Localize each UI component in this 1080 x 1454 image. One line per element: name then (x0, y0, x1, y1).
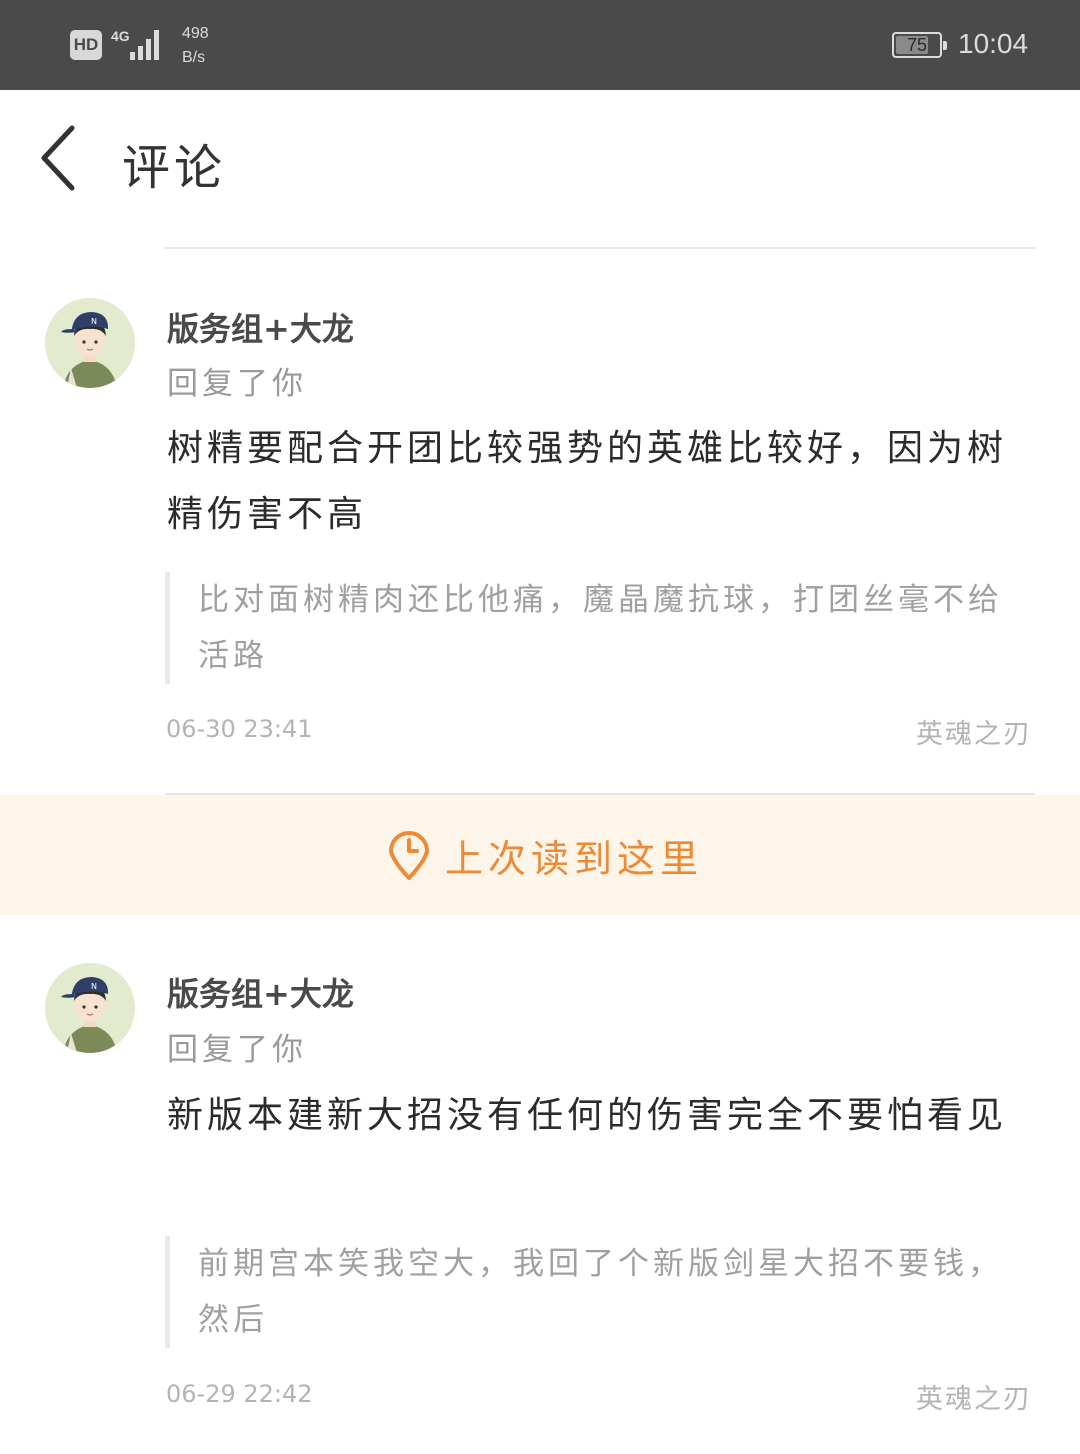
network-speed-unit: B/s (182, 49, 206, 66)
chevron-left-icon (41, 125, 75, 191)
svg-text:N: N (91, 317, 97, 326)
username[interactable]: 版务组+大龙 (167, 969, 354, 1015)
comment-text: 新版本建新大招没有任何的伤害完全不要怕看见 (167, 1095, 1008, 1136)
avatar-illustration-icon: N (45, 298, 135, 388)
battery-icon: 75 (892, 32, 947, 58)
back-button[interactable] (30, 120, 90, 200)
signal-icon (126, 30, 162, 60)
comment-source[interactable]: 英魂之刃 (916, 1377, 1032, 1416)
last-read-content: 上次读到这里 (387, 829, 703, 881)
status-bar: HD 4G 498 B/s 75 10:04 (0, 0, 1080, 90)
last-read-marker: 上次读到这里 (0, 795, 1080, 915)
comment-time: 06-30 23:41 (166, 715, 313, 743)
comment-item[interactable]: N 版务组+大龙 回复了你 新版本建新大招没有任何的伤害完全不要怕看见 前期宫本… (0, 915, 1080, 1454)
reply-tag: 回复了你 (167, 366, 307, 402)
hd-badge: HD (70, 30, 102, 60)
avatar[interactable]: N (45, 963, 135, 1053)
header: 评论 (0, 90, 1080, 230)
reply-tag: 回复了你 (167, 1032, 307, 1068)
avatar[interactable]: N (45, 298, 135, 388)
username[interactable]: 版务组+大龙 (167, 304, 354, 350)
avatar-illustration-icon: N (45, 963, 135, 1053)
network-speed-value: 498 (182, 25, 209, 42)
last-read-label: 上次读到这里 (445, 836, 704, 881)
location-clock-icon (389, 831, 429, 880)
comment-text: 树精要配合开团比较强势的英雄比较好，因为树精伤害不高 (167, 428, 1008, 535)
comment-item[interactable]: N 版务组+大龙 回复了你 树精要配合开团比较强势的英雄比较好，因为树精伤害不高… (0, 248, 1080, 794)
clock: 10:04 (958, 28, 1029, 59)
quoted-comment: 比对面树精肉还比他痛，魔晶魔抗球，打团丝毫不给活路 (165, 572, 1035, 684)
battery-level: 75 (906, 35, 928, 55)
quoted-comment: 前期宫本笑我空大，我回了个新版剑星大招不要钱，然后 (165, 1236, 1035, 1348)
svg-text:N: N (91, 982, 97, 991)
page-title: 评论 (122, 140, 227, 196)
network-speed: 498 B/s (182, 22, 232, 70)
comment-time: 06-29 22:42 (166, 1380, 313, 1408)
comment-source[interactable]: 英魂之刃 (916, 712, 1032, 751)
